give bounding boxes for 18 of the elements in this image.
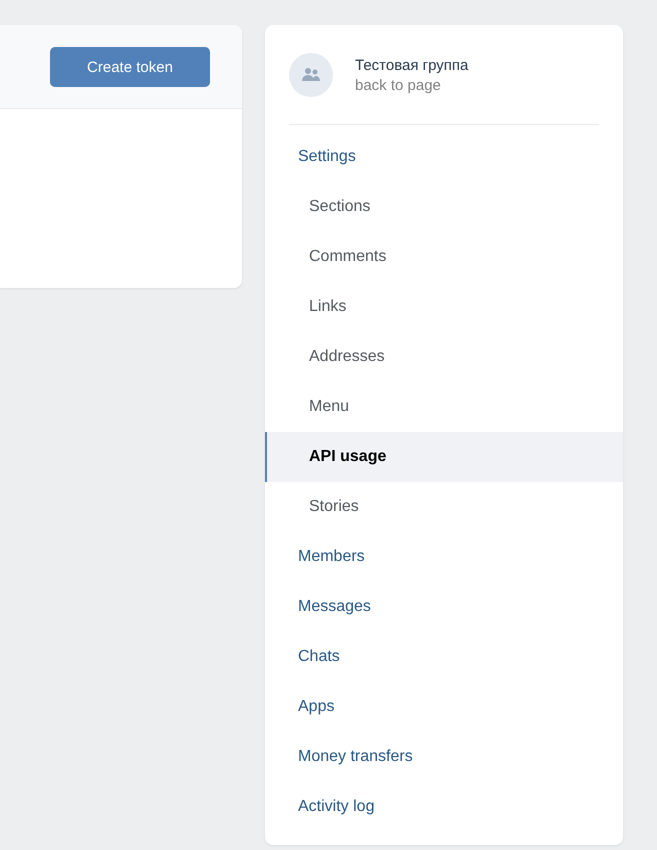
menu-item[interactable]: Links xyxy=(265,282,623,332)
menu-item[interactable]: Addresses xyxy=(265,332,623,382)
group-avatar-icon[interactable] xyxy=(289,53,333,97)
menu-item[interactable]: Members xyxy=(265,532,623,582)
back-link[interactable]: back to page xyxy=(355,76,468,94)
menu-item[interactable]: Settings xyxy=(265,132,623,182)
menu-item[interactable]: Chats xyxy=(265,632,623,682)
menu-item[interactable]: Apps xyxy=(265,682,623,732)
menu-item[interactable]: Money transfers xyxy=(265,732,623,782)
create-token-button[interactable]: Create token xyxy=(50,47,210,87)
menu-item[interactable]: Stories xyxy=(265,482,623,532)
menu-item[interactable]: Activity log xyxy=(265,782,623,832)
menu-item[interactable]: Menu xyxy=(265,382,623,432)
menu-item[interactable]: API usage xyxy=(265,432,623,482)
menu-item[interactable]: Comments xyxy=(265,232,623,282)
menu-item[interactable]: Messages xyxy=(265,582,623,632)
menu-item[interactable]: Sections xyxy=(265,182,623,232)
group-name[interactable]: Тестовая группа xyxy=(355,56,468,74)
